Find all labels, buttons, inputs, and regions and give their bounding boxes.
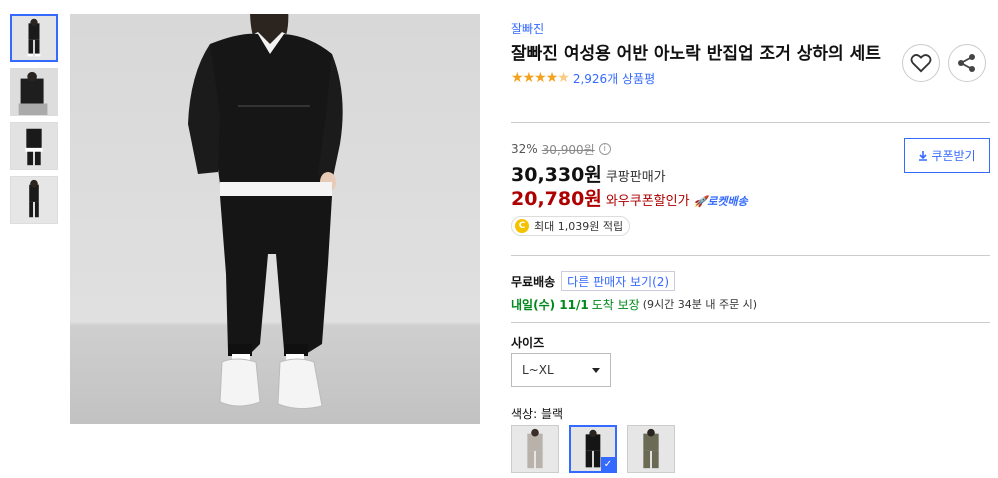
arrival-info: 내일(수) 11/1 도착 보장 (9시간 34분 내 주문 시) (511, 295, 990, 313)
arrival-guarantee: 도착 보장 (591, 297, 640, 312)
brand-link[interactable]: 잘빠진 (511, 20, 990, 38)
info-icon[interactable]: i (598, 143, 611, 155)
thumbnail-4[interactable] (10, 176, 58, 224)
thumbnail-3[interactable] (10, 122, 58, 170)
action-buttons (902, 44, 986, 82)
color-swatch-khaki[interactable] (627, 425, 675, 473)
shipping-row: 무료배송 다른 판매자 보기(2) (511, 270, 990, 292)
original-price: 30,900원 (541, 142, 595, 157)
size-select[interactable]: L~XL (511, 353, 611, 387)
size-selected-value: L~XL (522, 363, 554, 377)
caret-down-icon (592, 367, 600, 373)
color-label: 색상: 블랙 (511, 405, 675, 423)
points-text: 최대 1,039원 적립 (534, 220, 624, 233)
share-icon (958, 54, 975, 72)
wow-price-row: 20,780원 와우쿠폰할인가 🚀로켓배송 (511, 184, 990, 210)
color-block: 색상: 블랙 ✓ (511, 405, 675, 473)
star-icon: ★ (522, 70, 536, 86)
wow-price-label: 와우쿠폰할인가 (605, 194, 690, 209)
coin-icon: C (515, 219, 529, 233)
discount-rate: 32% (511, 142, 538, 156)
check-icon: ✓ (601, 457, 615, 471)
wishlist-button[interactable] (902, 44, 940, 82)
wow-price: 20,780원 (511, 188, 602, 210)
thumbnail-list (10, 14, 60, 230)
divider (511, 322, 990, 323)
star-icon: ★ (534, 70, 547, 86)
shipping-block: 무료배송 다른 판매자 보기(2) 내일(수) 11/1 도착 보장 (9시간 … (511, 270, 990, 313)
download-icon (919, 150, 928, 161)
arrival-note: (9시간 34분 내 주문 시) (642, 298, 758, 311)
free-shipping-label: 무료배송 (511, 274, 556, 289)
product-info: 잘빠진 잘빠진 여성용 어반 아노락 반집업 조거 상하의 세트 ★ ★ ★ ★… (511, 20, 990, 473)
coupon-button-label: 쿠폰받기 (931, 149, 976, 163)
sale-price: 30,330원 (511, 164, 602, 186)
product-photo (70, 14, 480, 424)
size-label: 사이즈 (511, 336, 545, 350)
divider (511, 255, 990, 256)
points-badge: C 최대 1,039원 적립 (511, 216, 631, 236)
thumbnail-1[interactable] (10, 14, 58, 62)
divider (511, 122, 990, 123)
rocket-icon: 🚀 (693, 195, 708, 208)
thumbnail-2[interactable] (10, 68, 58, 116)
star-icon: ★ (511, 70, 524, 86)
other-sellers-button[interactable]: 다른 판매자 보기(2) (561, 271, 676, 291)
half-star-icon: ★ (557, 70, 570, 86)
sale-price-label: 쿠팡판매가 (605, 170, 666, 185)
color-swatches: ✓ (511, 425, 675, 473)
coupon-button[interactable]: 쿠폰받기 (904, 138, 990, 173)
main-product-image[interactable] (70, 14, 480, 424)
color-swatch-black[interactable]: ✓ (569, 425, 617, 473)
rocket-label: 로켓배송 (707, 195, 748, 208)
product-title: 잘빠진 여성용 어반 아노락 반집업 조거 상하의 세트 (511, 44, 881, 64)
share-button[interactable] (948, 44, 986, 82)
size-block: 사이즈 L~XL (511, 334, 611, 387)
arrival-date: 내일(수) 11/1 (511, 297, 589, 312)
color-swatch-gray[interactable] (511, 425, 559, 473)
rating-stars: ★ ★ ★ ★ ★ (511, 70, 570, 86)
heart-icon (910, 54, 932, 73)
color-selected-value: 블랙 (540, 407, 564, 421)
rocket-delivery-badge: 🚀로켓배송 (694, 193, 748, 209)
color-label-prefix: 색상: (511, 407, 538, 421)
price-block: 32% 30,900원 i 30,330원 쿠팡판매가 20,780원 와우쿠폰… (511, 138, 990, 236)
star-icon: ★ (545, 70, 559, 86)
review-count-link[interactable]: 2,926개 상품평 (573, 70, 655, 87)
